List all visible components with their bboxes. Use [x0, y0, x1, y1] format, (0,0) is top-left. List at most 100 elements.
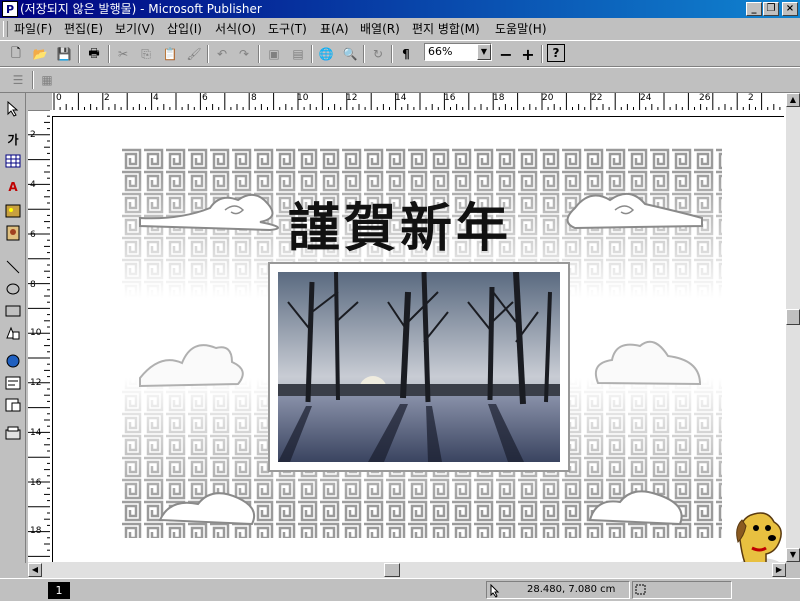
ruler-label: 4: [30, 180, 36, 190]
cut-icon[interactable]: ✂: [113, 44, 133, 64]
winter-trees-photo[interactable]: [278, 272, 560, 462]
ruler-label: 12: [346, 93, 358, 103]
form-control-icon[interactable]: [3, 373, 23, 393]
greeting-headline[interactable]: 謹賀新年: [288, 186, 512, 261]
ruler-label: 12: [30, 378, 42, 388]
copy-icon[interactable]: ⎘: [136, 44, 156, 64]
menu-format[interactable]: 서식(O): [215, 21, 256, 37]
toolbar-separator: [391, 45, 393, 63]
oval-icon[interactable]: [3, 279, 23, 299]
close-button[interactable]: ×: [782, 2, 798, 16]
send-to-back-icon[interactable]: ▤: [288, 44, 308, 64]
menu-table[interactable]: 표(A): [320, 21, 349, 37]
page-navigator[interactable]: 1: [48, 582, 70, 599]
preview-icon[interactable]: 🔍: [340, 44, 360, 64]
menu-arrange[interactable]: 배열(R): [360, 21, 400, 37]
winter-scene-image: [278, 272, 560, 462]
paste-icon[interactable]: 📋: [160, 44, 180, 64]
horizontal-ruler[interactable]: 0 2 4 6 8 10 12 14 16 18 20 22 24 26 2: [52, 93, 786, 111]
standard-toolbar: 🗋 📂 💾 🖶 ✂ ⎘ 📋 🖌 ↶ ↷ ▣ ▤ 🌐 🔍 ↻ ¶ 66% ▼ − …: [0, 40, 800, 67]
publication-workspace[interactable]: 謹賀新年: [50, 110, 786, 562]
scroll-left-button[interactable]: ◀: [28, 563, 42, 577]
menu-help[interactable]: 도움말(H): [495, 21, 547, 37]
vertical-scrollbar[interactable]: ▲ ▼: [786, 93, 800, 562]
menu-view[interactable]: 보기(V): [115, 21, 155, 37]
save-icon[interactable]: 💾: [54, 44, 74, 64]
rotate-icon[interactable]: ↻: [368, 44, 388, 64]
print-icon[interactable]: 🖶: [84, 44, 104, 64]
toolbar-separator: [108, 45, 110, 63]
menu-edit[interactable]: 편집(E): [64, 21, 103, 37]
ruler-label: 16: [444, 93, 456, 103]
bring-to-front-icon[interactable]: ▣: [264, 44, 284, 64]
greeting-card[interactable]: 謹賀新年: [120, 148, 722, 538]
menu-file[interactable]: 파일(F): [14, 21, 52, 37]
wordart-icon[interactable]: A: [3, 177, 23, 197]
web-icon[interactable]: 🌐: [316, 44, 336, 64]
size-icon: [635, 584, 646, 595]
undo-icon[interactable]: ↶: [212, 44, 232, 64]
toolbar-separator: [78, 45, 80, 63]
rectangle-icon[interactable]: [3, 301, 23, 321]
table-icon[interactable]: [3, 151, 23, 171]
chevron-down-icon[interactable]: ▼: [477, 44, 491, 60]
open-icon[interactable]: 📂: [30, 44, 50, 64]
scroll-up-button[interactable]: ▲: [786, 93, 800, 107]
scroll-down-button[interactable]: ▼: [786, 548, 800, 562]
redo-icon[interactable]: ↷: [234, 44, 254, 64]
toolbar-separator: [363, 45, 365, 63]
toolbar-separator: [207, 45, 209, 63]
status-bar: 1 28.480, 7.080 cm: [0, 578, 800, 601]
menu-mail-merge[interactable]: 편지 병합(M): [412, 21, 480, 37]
title-bar: P (저장되지 않은 발행물) - Microsoft Publisher _ …: [0, 0, 800, 18]
office-assistant-dog[interactable]: [732, 508, 786, 562]
menu-tools[interactable]: 도구(T): [268, 21, 307, 37]
horizontal-scrollbar[interactable]: ◀ ▶: [28, 562, 786, 578]
ruler-label: 18: [493, 93, 505, 103]
new-icon[interactable]: 🗋: [6, 44, 26, 64]
cursor-coordinates: 28.480, 7.080 cm: [527, 584, 616, 595]
picture-frame-icon[interactable]: [3, 201, 23, 221]
ruler-label: 6: [30, 230, 36, 240]
ruler-label: 14: [30, 428, 42, 438]
zoom-out-icon[interactable]: −: [496, 44, 516, 64]
ruler-label: 20: [542, 93, 554, 103]
menu-grip[interactable]: [3, 21, 8, 37]
pointer-icon[interactable]: [3, 99, 23, 119]
scroll-right-button[interactable]: ▶: [772, 563, 786, 577]
ruler-label: 8: [251, 93, 257, 103]
publisher-app-icon[interactable]: P: [2, 1, 18, 17]
ruler-label: 4: [153, 93, 159, 103]
size-box: [632, 581, 732, 599]
photo-frame[interactable]: [268, 262, 570, 472]
maximize-button[interactable]: ❐: [763, 2, 779, 16]
menu-insert[interactable]: 삽입(I): [167, 21, 202, 37]
minimize-button[interactable]: _: [746, 2, 762, 16]
zoom-select[interactable]: 66% ▼: [424, 43, 492, 61]
horizontal-scroll-thumb[interactable]: [384, 563, 400, 577]
line-icon[interactable]: [3, 257, 23, 277]
horizontal-ruler-ticks: [53, 93, 781, 110]
format-painter-icon[interactable]: 🖌: [184, 44, 204, 64]
ruler-corner[interactable]: [28, 93, 52, 110]
ruler-label: 6: [202, 93, 208, 103]
help-icon[interactable]: ?: [547, 44, 565, 62]
show-special-chars-icon[interactable]: ¶: [396, 44, 416, 64]
ruler-label: 26: [699, 93, 711, 103]
clip-gallery-icon[interactable]: [3, 223, 23, 243]
ruler-label: 2: [30, 130, 36, 140]
custom-shapes-icon[interactable]: [3, 323, 23, 343]
toolbar-separator: [311, 45, 313, 63]
vertical-scroll-thumb[interactable]: [786, 309, 800, 325]
ole-object-icon[interactable]: [3, 351, 23, 371]
ruler-label: 10: [30, 328, 42, 338]
ruler-label: 8: [30, 280, 36, 290]
text-frame-tool[interactable]: 가: [3, 129, 23, 149]
zoom-in-icon[interactable]: +: [518, 44, 538, 64]
align-icon[interactable]: ☰: [8, 70, 28, 90]
vertical-ruler[interactable]: 2 4 6 8 10 12 14 16 18: [28, 110, 51, 562]
html-code-icon[interactable]: [3, 395, 23, 415]
ruler-label: 2: [104, 93, 110, 103]
design-gallery-icon[interactable]: [3, 423, 23, 443]
properties-icon[interactable]: ▦: [37, 70, 57, 90]
